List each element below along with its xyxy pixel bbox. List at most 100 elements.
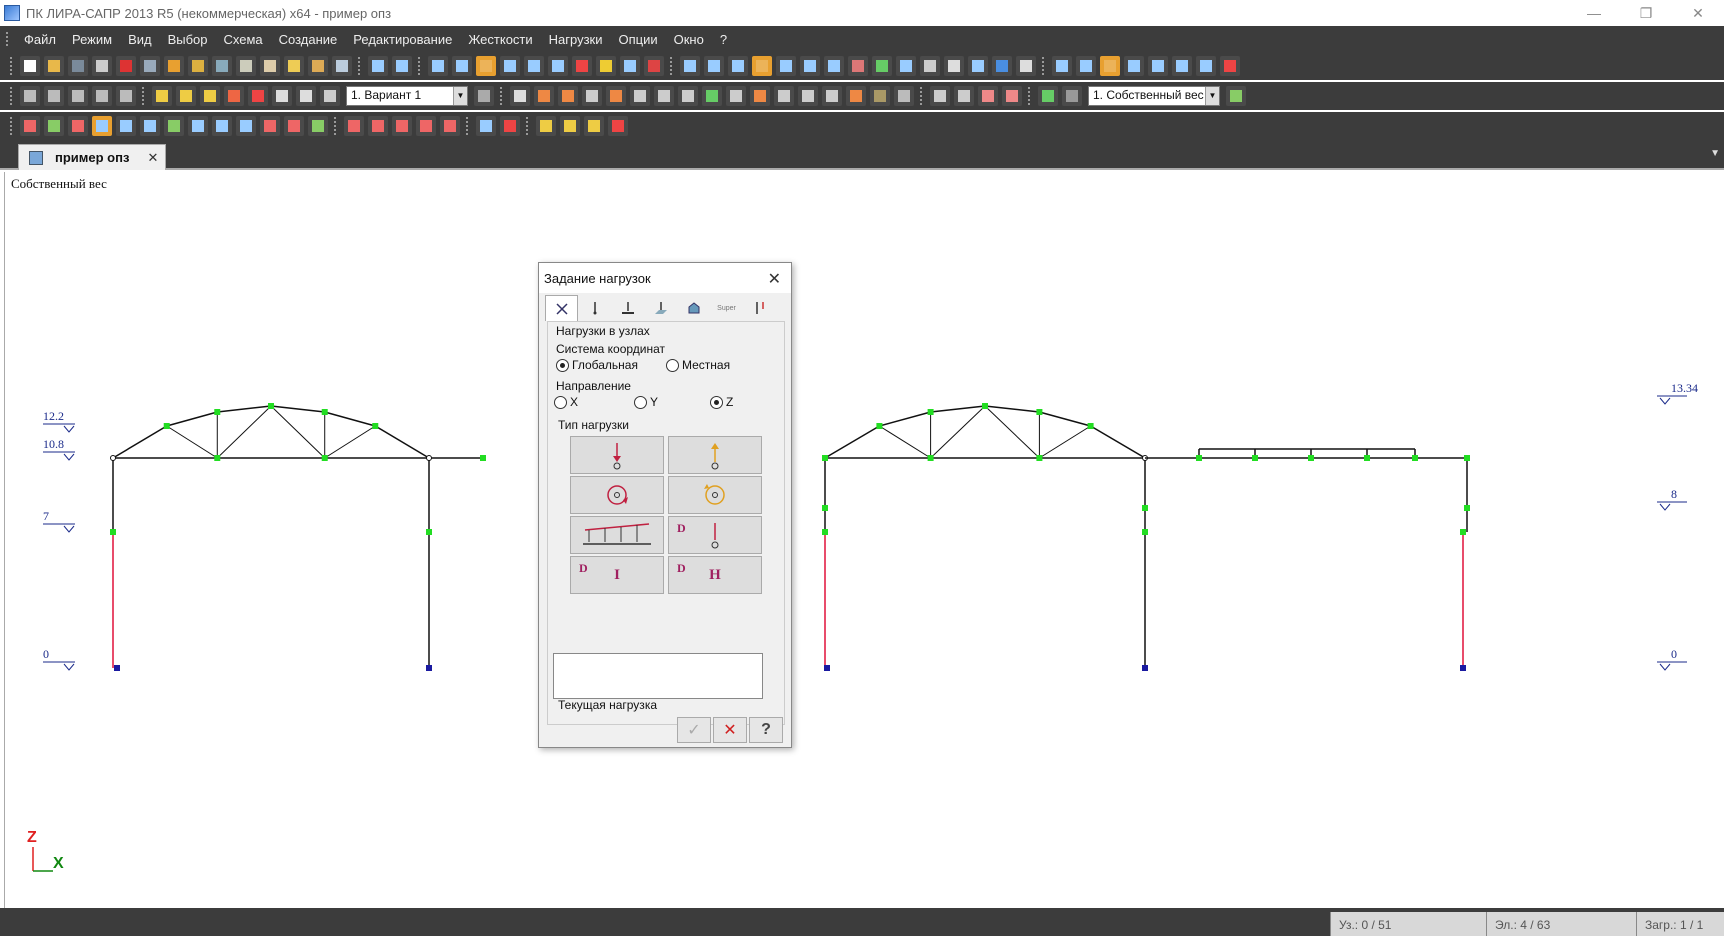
toolbar-grip[interactable] — [1042, 57, 1046, 75]
node[interactable] — [321, 455, 328, 461]
new-file-button[interactable] — [20, 56, 40, 76]
truss-top-chord[interactable] — [324, 411, 376, 427]
document-tab[interactable]: пример опз ✕ — [18, 144, 166, 170]
tool-6-button[interactable] — [308, 56, 328, 76]
zoom-fit-button[interactable] — [800, 56, 820, 76]
projection-xz-2-button[interactable] — [1100, 56, 1120, 76]
node[interactable] — [214, 409, 221, 415]
filter-button[interactable] — [680, 56, 700, 76]
loadcase-combo[interactable]: 1. Собственный вес ▼ — [1088, 86, 1220, 106]
table-button[interactable] — [20, 86, 40, 106]
help-book-button[interactable] — [992, 56, 1012, 76]
node[interactable] — [1464, 505, 1470, 511]
zoom-2-button[interactable] — [116, 116, 136, 136]
node[interactable] — [1308, 455, 1314, 461]
moment-cw-button[interactable] — [570, 476, 664, 514]
close-window-button[interactable]: ✕ — [1672, 0, 1724, 26]
node[interactable] — [1464, 455, 1470, 461]
support[interactable] — [1460, 665, 1466, 671]
tool-18-button[interactable] — [894, 86, 914, 106]
node[interactable] — [163, 423, 170, 429]
tool-10-button[interactable] — [944, 56, 964, 76]
node[interactable] — [426, 529, 432, 535]
axes-3-button[interactable] — [1052, 56, 1072, 76]
toolbar-grip[interactable] — [10, 57, 14, 75]
copy-2-button[interactable] — [272, 86, 292, 106]
open-button[interactable] — [44, 56, 64, 76]
tab-node-loads[interactable] — [545, 295, 578, 321]
help-dialog-button[interactable]: ? — [749, 717, 783, 743]
tool-16-button[interactable] — [822, 86, 842, 106]
menu-window[interactable]: Окно — [666, 32, 712, 47]
node[interactable] — [982, 403, 988, 409]
hinge-node[interactable] — [426, 455, 432, 461]
tool-21-button[interactable] — [978, 86, 998, 106]
menu-edit[interactable]: Редактирование — [345, 32, 460, 47]
pen-button[interactable] — [596, 56, 616, 76]
truss-diagonal[interactable] — [879, 425, 931, 459]
node[interactable] — [1036, 455, 1043, 461]
hinge-node[interactable] — [110, 455, 116, 461]
brush-button[interactable] — [212, 116, 232, 136]
tool-4-button[interactable] — [260, 56, 280, 76]
undo-button[interactable] — [368, 56, 388, 76]
remove-button[interactable] — [500, 116, 520, 136]
tool-33-button[interactable] — [608, 116, 628, 136]
prev-loadcase-button[interactable] — [1038, 86, 1058, 106]
tab-dynamic-load[interactable] — [743, 295, 776, 321]
network-button[interactable] — [164, 116, 184, 136]
toolbar-grip[interactable] — [10, 87, 14, 105]
node[interactable] — [372, 423, 379, 429]
measure-button[interactable] — [320, 86, 340, 106]
node[interactable] — [321, 409, 328, 415]
direction-x-radio[interactable]: X — [554, 395, 578, 409]
grid-2-button[interactable] — [68, 116, 88, 136]
cancel-button[interactable]: ✕ — [713, 717, 747, 743]
current-load-field[interactable] — [553, 653, 763, 699]
zoom-active-button[interactable] — [92, 116, 112, 136]
tab-bar-load[interactable] — [611, 295, 644, 321]
cut-button[interactable] — [152, 86, 172, 106]
hinge-button[interactable] — [582, 86, 602, 106]
node[interactable] — [927, 455, 934, 461]
menu-grip[interactable] — [6, 32, 10, 46]
force-up-button[interactable] — [668, 436, 762, 474]
support[interactable] — [426, 665, 432, 671]
truss-top-chord[interactable] — [217, 405, 272, 413]
truss-top-chord[interactable] — [374, 425, 430, 459]
tool-31-button[interactable] — [536, 116, 556, 136]
tool-25-button[interactable] — [308, 116, 328, 136]
projection-yz-2-button[interactable] — [1124, 56, 1144, 76]
paste-button[interactable] — [200, 86, 220, 106]
chevron-down-icon[interactable]: ▼ — [453, 87, 467, 105]
tool-5-button[interactable] — [284, 56, 304, 76]
menu-create[interactable]: Создание — [271, 32, 346, 47]
chevron-down-icon[interactable]: ▼ — [1205, 87, 1219, 105]
tab-solid-load[interactable] — [677, 295, 710, 321]
tool-29-button[interactable] — [416, 116, 436, 136]
structural-scheme[interactable]: 12.2 10.8 7 0 13.34 8 0 — [5, 172, 1721, 908]
tool-17-button[interactable] — [870, 86, 890, 106]
tool-11-button[interactable] — [968, 56, 988, 76]
direction-y-radio[interactable]: Y — [634, 395, 658, 409]
dynamic-moment-h-button[interactable]: D H — [668, 556, 762, 594]
menu-scheme[interactable]: Схема — [216, 32, 271, 47]
tool-8-button[interactable] — [896, 56, 916, 76]
node[interactable] — [1087, 423, 1094, 429]
truss-diagonal[interactable] — [216, 405, 272, 459]
duplicate-button[interactable] — [248, 86, 268, 106]
coord-local-radio[interactable]: Местная — [666, 358, 730, 372]
menu-stiffness[interactable]: Жесткости — [460, 32, 540, 47]
node[interactable] — [822, 529, 828, 535]
truss-diagonal[interactable] — [166, 425, 218, 459]
truss-top-chord[interactable] — [112, 425, 168, 459]
node[interactable] — [1196, 455, 1202, 461]
projection-xy-2-button[interactable] — [1148, 56, 1168, 76]
tool-9-button[interactable] — [920, 56, 940, 76]
projection-xy-button[interactable] — [524, 56, 544, 76]
draw-button[interactable] — [1172, 56, 1192, 76]
menu-help[interactable]: ? — [712, 32, 735, 47]
shape-button[interactable] — [20, 116, 40, 136]
truss-top-chord[interactable] — [984, 405, 1040, 413]
node[interactable] — [876, 423, 883, 429]
